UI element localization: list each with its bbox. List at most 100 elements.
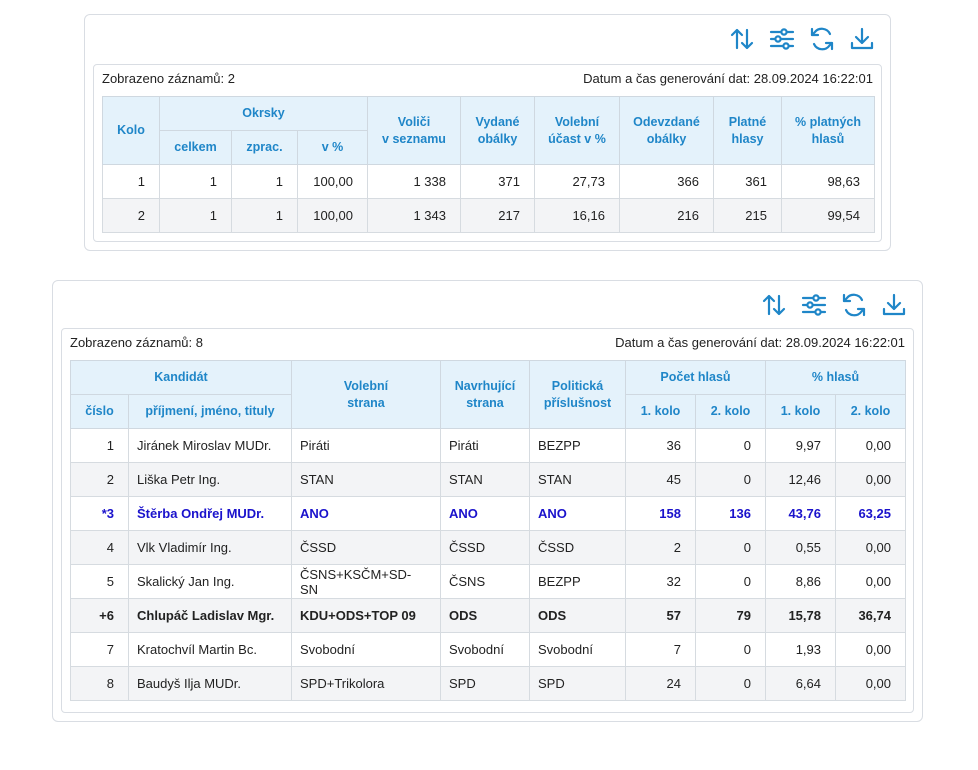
votes-round1: 2 (625, 530, 696, 565)
summary-toolbar (728, 25, 876, 53)
candidate-number: *3 (70, 496, 129, 531)
votes-round1: 7 (625, 632, 696, 667)
candidate-name: Kratochvíl Martin Bc. (128, 632, 292, 667)
electoral-party: Piráti (291, 428, 441, 463)
refresh-icon[interactable] (808, 25, 836, 53)
table-row: *3 Štěrba Ondřej MUDr. ANO ANO ANO 158 136 43,7… (70, 496, 906, 531)
round-summary-panel: Zobrazeno záznamů: 2 Datum a čas generov… (84, 14, 891, 251)
table-row: +6 Chlupáč Ladislav Mgr. KDU+ODS+TOP 09 ODS… (70, 598, 906, 633)
pct-round1: 9,97 (765, 428, 836, 463)
political-affiliation: SPD (529, 666, 626, 701)
col-politicka-prislusnost[interactable]: Politická příslušnost (529, 360, 626, 429)
nominating-party: SPD (440, 666, 530, 701)
candidate-number: 7 (70, 632, 129, 667)
col-odevzdane-obalky[interactable]: Odevzdané obálky (619, 96, 714, 165)
political-affiliation: ANO (529, 496, 626, 531)
col-vydane-obalky[interactable]: Vydané obálky (460, 96, 535, 165)
table-row: 5 Skalický Jan Ing. ČSNS+KSČM+SD-SN ČSNS BEZ… (70, 564, 906, 599)
votes-round2: 0 (695, 428, 766, 463)
summary-table: Kolo Okrsky Voliči v seznamu Vydané obálky… (102, 96, 875, 233)
candidate-name: Jiránek Miroslav MUDr. (128, 428, 292, 463)
table-row: 7 Kratochvíl Martin Bc. Svobodní Svobodní Sv… (70, 632, 906, 667)
electoral-party: Svobodní (291, 632, 441, 667)
table-row: 1 1 1 100,00 1 338 371 27,73 366 361 98,… (102, 164, 875, 199)
filter-icon[interactable] (800, 291, 828, 319)
col-pocet-kolo1[interactable]: 1. kolo (625, 394, 696, 429)
pct-round1: 1,93 (765, 632, 836, 667)
candidate-name: Baudyš Ilja MUDr. (128, 666, 292, 701)
col-jmeno[interactable]: příjmení, jméno, tituly (128, 394, 292, 429)
download-icon[interactable] (848, 25, 876, 53)
col-navrhujici-strana[interactable]: Navrhující strana (440, 360, 530, 429)
sort-icon[interactable] (760, 291, 788, 319)
votes-round2: 0 (695, 632, 766, 667)
political-affiliation: STAN (529, 462, 626, 497)
candidate-number: 5 (70, 564, 129, 599)
col-volici[interactable]: Voliči v seznamu (367, 96, 461, 165)
pct-round1: 43,76 (765, 496, 836, 531)
pct-round1: 6,64 (765, 666, 836, 701)
col-pocet-kolo2[interactable]: 2. kolo (695, 394, 766, 429)
candidate-name: Liška Petr Ing. (128, 462, 292, 497)
political-affiliation: ČSSD (529, 530, 626, 565)
votes-round1: 36 (625, 428, 696, 463)
votes-round1: 158 (625, 496, 696, 531)
political-affiliation: Svobodní (529, 632, 626, 667)
votes-round2: 0 (695, 462, 766, 497)
col-platne-hlasy[interactable]: Platné hlasy (713, 96, 782, 165)
electoral-party: SPD+Trikolora (291, 666, 441, 701)
candidates-table-container: Zobrazeno záznamů: 8 Datum a čas generov… (61, 328, 914, 713)
col-kolo[interactable]: Kolo (102, 96, 160, 165)
col-okrsky: Okrsky (159, 96, 368, 131)
pct-round1: 15,78 (765, 598, 836, 633)
generated-timestamp: Datum a čas generování dat: 28.09.2024 1… (583, 71, 873, 86)
pct-round2: 0,00 (835, 428, 906, 463)
nominating-party: ČSSD (440, 530, 530, 565)
candidate-number: 4 (70, 530, 129, 565)
col-cislo[interactable]: číslo (70, 394, 129, 429)
votes-round1: 45 (625, 462, 696, 497)
summary-table-container: Zobrazeno záznamů: 2 Datum a čas generov… (93, 64, 882, 242)
col-okrsky-celkem[interactable]: celkem (159, 130, 232, 165)
candidates-toolbar (760, 291, 908, 319)
votes-round2: 0 (695, 666, 766, 701)
col-pct-platnych[interactable]: % platných hlasů (781, 96, 875, 165)
votes-round1: 24 (625, 666, 696, 701)
generated-timestamp: Datum a čas generování dat: 28.09.2024 1… (615, 335, 905, 350)
candidate-number: +6 (70, 598, 129, 633)
candidates-table: Kandidát Volební strana Navrhující strana … (70, 360, 906, 701)
nominating-party: Svobodní (440, 632, 530, 667)
candidate-name: Skalický Jan Ing. (128, 564, 292, 599)
political-affiliation: BEZPP (529, 428, 626, 463)
nominating-party: STAN (440, 462, 530, 497)
filter-icon[interactable] (768, 25, 796, 53)
nominating-party: Piráti (440, 428, 530, 463)
col-pct-kolo2[interactable]: 2. kolo (835, 394, 906, 429)
pct-round1: 8,86 (765, 564, 836, 599)
votes-round2: 79 (695, 598, 766, 633)
political-affiliation: BEZPP (529, 564, 626, 599)
votes-round2: 0 (695, 564, 766, 599)
download-icon[interactable] (880, 291, 908, 319)
col-kandidat: Kandidát (70, 360, 292, 395)
col-pct-kolo1[interactable]: 1. kolo (765, 394, 836, 429)
pct-round2: 0,00 (835, 666, 906, 701)
col-volebni-ucast[interactable]: Volební účast v % (534, 96, 620, 165)
pct-round2: 63,25 (835, 496, 906, 531)
electoral-party: ANO (291, 496, 441, 531)
candidate-name: Štěrba Ondřej MUDr. (128, 496, 292, 531)
table-row: 4 Vlk Vladimír Ing. ČSSD ČSSD ČSSD 2 0 0,55 0,00 (70, 530, 906, 565)
records-count: Zobrazeno záznamů: 2 (102, 71, 235, 86)
pct-round1: 0,55 (765, 530, 836, 565)
pct-round1: 12,46 (765, 462, 836, 497)
col-okrsky-zprac[interactable]: zprac. (231, 130, 298, 165)
electoral-party: STAN (291, 462, 441, 497)
candidate-name: Vlk Vladimír Ing. (128, 530, 292, 565)
col-volebni-strana[interactable]: Volební strana (291, 360, 441, 429)
electoral-party: ČSSD (291, 530, 441, 565)
candidate-number: 8 (70, 666, 129, 701)
sort-icon[interactable] (728, 25, 756, 53)
refresh-icon[interactable] (840, 291, 868, 319)
votes-round2: 0 (695, 530, 766, 565)
col-okrsky-v-pct[interactable]: v % (297, 130, 368, 165)
